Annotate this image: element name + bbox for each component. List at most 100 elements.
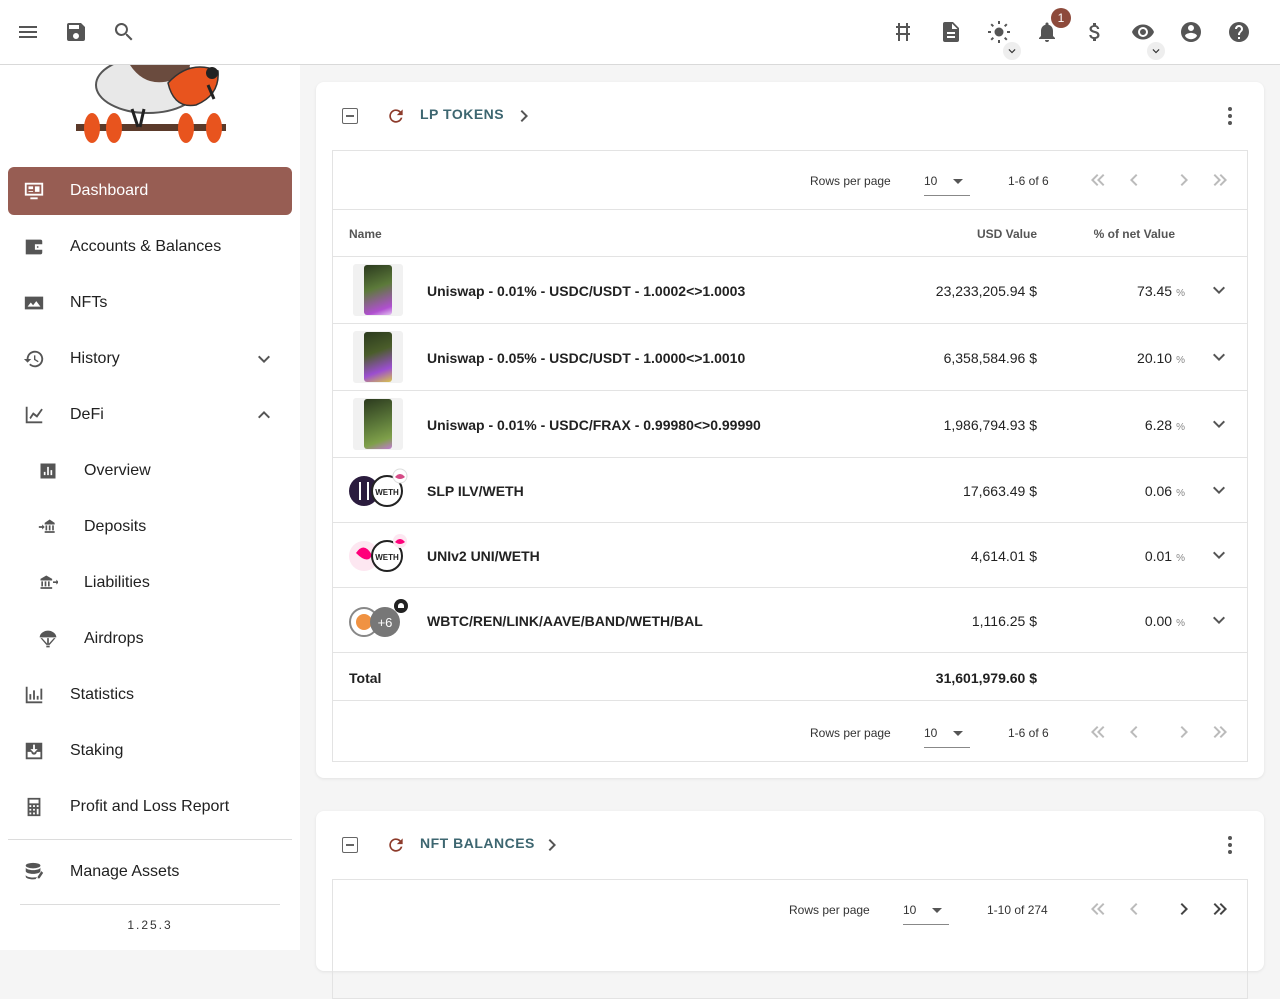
chevron-down-icon[interactable]	[1147, 42, 1165, 60]
sidebar-item-defi[interactable]: DeFi	[8, 391, 292, 439]
sidebar-item-airdrops[interactable]: Airdrops	[8, 615, 292, 663]
page-range: 1-6 of 6	[1008, 726, 1049, 740]
sidebar-item-label: Dashboard	[70, 182, 149, 199]
sidebar-item-profit-loss-report[interactable]: Profit and Loss Report	[8, 783, 292, 831]
sidebar-item-accounts-balances[interactable]: Accounts & Balances	[8, 223, 292, 271]
pagination-top: Rows per page 10 1-10 of 274	[333, 880, 1247, 938]
history-icon	[22, 347, 46, 371]
column-header-percent-net-value[interactable]: % of net Value	[1094, 227, 1175, 241]
uniswap-position-nft-image	[353, 264, 403, 316]
expand-row-icon[interactable]	[1207, 345, 1231, 369]
table-row: WETH UNIv2 UNI/WETH 4,614.01 $ 0.01%	[333, 523, 1247, 588]
bank-icon	[38, 573, 58, 593]
staking-icon	[22, 739, 46, 763]
help-icon[interactable]	[1223, 16, 1255, 48]
collapse-checkbox[interactable]	[342, 108, 358, 124]
first-page-icon[interactable]	[1086, 897, 1110, 921]
column-header-name[interactable]: Name	[349, 227, 382, 241]
card-title[interactable]: NFT BALANCES	[420, 835, 535, 851]
chevron-right-icon[interactable]	[540, 833, 564, 857]
chevron-right-icon[interactable]	[512, 104, 536, 128]
account-circle-icon[interactable]	[1175, 16, 1207, 48]
rows-per-page-label: Rows per page	[789, 903, 870, 917]
expand-row-icon[interactable]	[1207, 478, 1231, 502]
percent-symbol: %	[1176, 553, 1185, 564]
save-icon[interactable]	[60, 16, 92, 48]
uniswap-position-nft-image	[353, 398, 403, 450]
previous-page-icon[interactable]	[1122, 168, 1146, 192]
table-row: Uniswap - 0.01% - USDC/USDT - 1.0002<>1.…	[333, 257, 1247, 324]
last-page-icon[interactable]	[1208, 168, 1232, 192]
expand-row-icon[interactable]	[1207, 412, 1231, 436]
weth-token-label: WETH	[375, 553, 399, 562]
rotki-robin-logo	[76, 65, 226, 143]
next-page-icon[interactable]	[1172, 897, 1196, 921]
first-page-icon[interactable]	[1086, 720, 1110, 744]
refresh-icon[interactable]	[386, 835, 406, 855]
sidebar-item-label: Overview	[84, 462, 151, 479]
card-header: LP TOKENS	[316, 82, 1264, 150]
first-page-icon[interactable]	[1086, 168, 1110, 192]
page-range: 1-6 of 6	[1008, 174, 1049, 188]
privacy-eye-icon[interactable]	[1127, 16, 1165, 60]
token-name: Uniswap - 0.01% - USDC/FRAX - 0.99980<>0…	[427, 417, 761, 433]
sidebar-item-label: History	[70, 350, 120, 367]
sidebar-item-manage-assets[interactable]: Manage Assets	[8, 848, 292, 896]
percent-net-value: 6.28%	[1145, 417, 1185, 433]
theme-brightness-icon[interactable]	[983, 16, 1021, 60]
expand-row-icon[interactable]	[1207, 278, 1231, 302]
search-icon[interactable]	[108, 16, 140, 48]
sidebar-divider	[20, 904, 280, 905]
chevron-down-icon[interactable]	[1003, 42, 1021, 60]
sidebar-item-label: Staking	[70, 742, 124, 759]
previous-page-icon[interactable]	[1122, 897, 1146, 921]
deposit-icon	[38, 517, 58, 537]
weth-token-label: WETH	[375, 488, 399, 497]
arrow-drop-down-icon	[946, 169, 970, 193]
percent-symbol: %	[1176, 288, 1185, 299]
last-page-icon[interactable]	[1208, 720, 1232, 744]
sidebar-item-overview[interactable]: Overview	[8, 447, 292, 495]
nft-balances-card: NFT BALANCES Rows per page 10 1-10 of 27…	[316, 811, 1264, 999]
rows-per-page-select[interactable]: 10	[903, 895, 949, 925]
navigation-drawer: Dashboard Accounts & Balances NFTs Histo…	[0, 65, 300, 950]
percent-value: 0.06	[1144, 483, 1173, 499]
next-page-icon[interactable]	[1172, 168, 1196, 192]
sidebar-item-label: NFTs	[70, 294, 108, 311]
refresh-icon[interactable]	[386, 106, 406, 126]
percent-value: 0.00	[1144, 613, 1173, 629]
sidebar-item-dashboard[interactable]: Dashboard	[8, 167, 292, 215]
expand-row-icon[interactable]	[1207, 608, 1231, 632]
image-icon	[22, 291, 46, 315]
rows-per-page-value: 10	[903, 903, 917, 917]
menu-icon[interactable]	[12, 16, 44, 48]
sidebar-item-nfts[interactable]: NFTs	[8, 279, 292, 327]
sidebar-item-statistics[interactable]: Statistics	[8, 671, 292, 719]
expand-row-icon[interactable]	[1207, 543, 1231, 567]
sidebar-item-deposits[interactable]: Deposits	[8, 503, 292, 551]
chevron-down-icon[interactable]	[252, 347, 276, 371]
sidebar-item-liabilities[interactable]: Liabilities	[8, 559, 292, 607]
column-header-usd-value[interactable]: USD Value	[977, 227, 1037, 241]
notes-icon[interactable]	[935, 16, 967, 48]
defi-chart-icon	[22, 403, 46, 427]
rows-per-page-select[interactable]: 10	[924, 166, 970, 196]
next-page-icon[interactable]	[1172, 720, 1196, 744]
sidebar-item-staking[interactable]: Staking	[8, 727, 292, 775]
card-title[interactable]: LP TOKENS	[420, 106, 504, 122]
bar-chart-icon	[38, 461, 58, 481]
more-vert-icon[interactable]	[1218, 104, 1242, 128]
percent-net-value: 0.00%	[1145, 613, 1185, 629]
collapse-checkbox[interactable]	[342, 837, 358, 853]
previous-page-icon[interactable]	[1122, 720, 1146, 744]
sidebar-item-history[interactable]: History	[8, 335, 292, 383]
arrow-drop-down-icon	[946, 721, 970, 745]
percent-symbol: %	[1176, 422, 1185, 433]
notifications-bell-icon[interactable]: 1	[1031, 8, 1071, 48]
dollar-icon[interactable]	[1079, 16, 1111, 48]
last-page-icon[interactable]	[1208, 897, 1232, 921]
chevron-up-icon[interactable]	[252, 403, 276, 427]
more-vert-icon[interactable]	[1218, 833, 1242, 857]
rows-per-page-select[interactable]: 10	[924, 718, 970, 748]
bridge-icon[interactable]	[887, 16, 919, 48]
